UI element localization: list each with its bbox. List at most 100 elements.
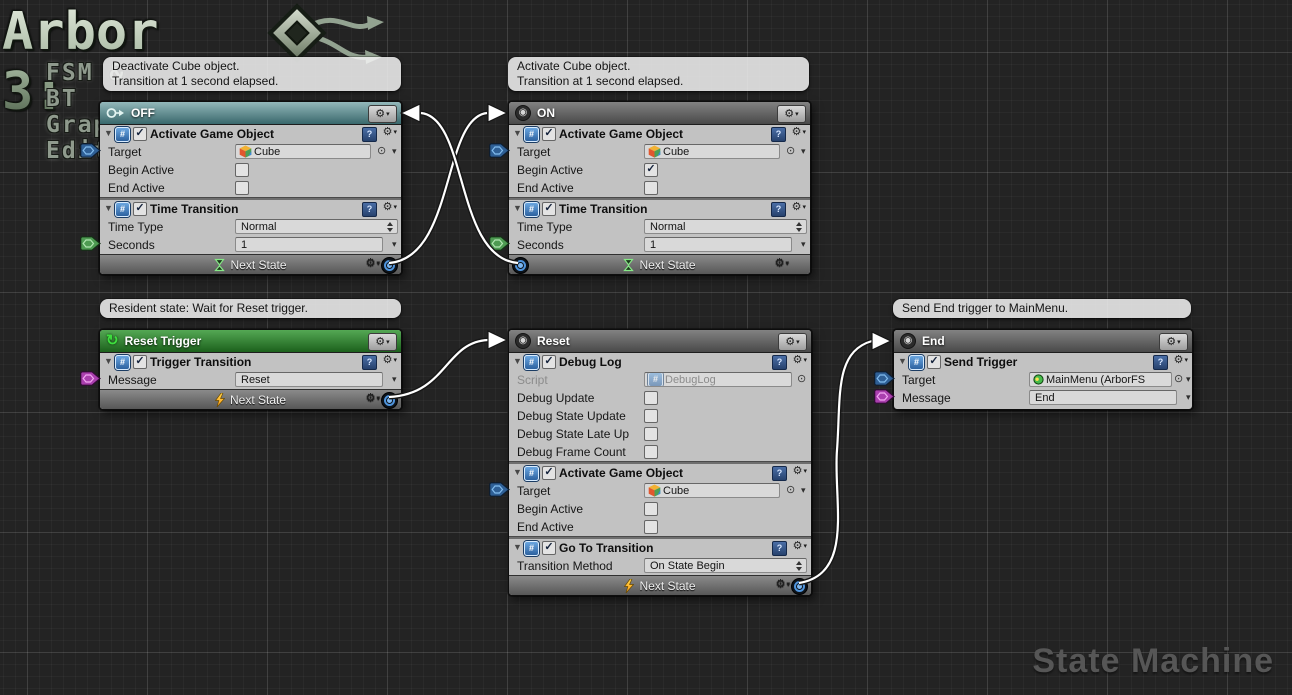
- text-field[interactable]: End: [1029, 390, 1177, 405]
- behavior-enabled-checkbox[interactable]: ✓: [542, 466, 556, 480]
- checkbox[interactable]: [644, 502, 658, 516]
- foldout-icon[interactable]: ▼: [104, 128, 113, 138]
- gear-icon[interactable]: ⚙▾: [776, 579, 790, 590]
- checkbox[interactable]: [644, 391, 658, 405]
- comment-box-reset-trigger[interactable]: Resident state: Wait for Reset trigger.: [100, 299, 401, 318]
- comment-box-end[interactable]: Send End trigger to MainMenu.: [893, 299, 1191, 318]
- checkbox[interactable]: [644, 445, 658, 459]
- state-gear-button[interactable]: ⚙▾: [778, 333, 807, 351]
- behavior-enabled-checkbox[interactable]: ✓: [542, 355, 556, 369]
- behavior-enabled-checkbox[interactable]: ✓: [542, 127, 556, 141]
- foldout-icon[interactable]: ▼: [513, 467, 522, 477]
- state-node-on[interactable]: ◉ ON ⚙▾ ▼ # ✓ Activate Game Object ? ⚙▾ …: [508, 101, 811, 275]
- gear-icon[interactable]: ⚙▾: [793, 541, 807, 552]
- transition-reset-to-end[interactable]: [799, 332, 891, 583]
- state-gear-button[interactable]: ⚙▾: [1159, 333, 1188, 351]
- next-state-bar[interactable]: Next State ⚙▾: [100, 389, 401, 409]
- dropdown-arrow-icon[interactable]: ▾: [392, 239, 397, 250]
- input-port-float[interactable]: [489, 236, 510, 251]
- checkbox[interactable]: [644, 181, 658, 195]
- state-header-end[interactable]: ◉ End ⚙▾: [894, 330, 1192, 353]
- behavior-enabled-checkbox[interactable]: ✓: [542, 541, 556, 555]
- dropdown-arrow-icon[interactable]: ▾: [801, 239, 806, 250]
- foldout-icon[interactable]: ▼: [513, 542, 522, 552]
- checkbox[interactable]: [644, 520, 658, 534]
- behavior-enabled-checkbox[interactable]: ✓: [927, 355, 941, 369]
- dropdown-arrow-icon[interactable]: ▾: [1186, 374, 1191, 385]
- object-picker-icon[interactable]: ⊙: [377, 145, 386, 158]
- dropdown-arrow-icon[interactable]: ▾: [392, 374, 397, 385]
- dropdown-arrow-icon[interactable]: ▾: [801, 485, 806, 496]
- foldout-icon[interactable]: ▼: [898, 356, 907, 366]
- help-icon[interactable]: ?: [772, 466, 787, 481]
- gear-icon[interactable]: ⚙▾: [383, 127, 397, 138]
- text-field[interactable]: 1: [235, 237, 383, 252]
- help-icon[interactable]: ?: [771, 127, 786, 142]
- state-node-off[interactable]: OFF ⚙▾ ▼ # ✓ Activate Game Object ? ⚙▾ T…: [99, 101, 402, 275]
- behavior-enabled-checkbox[interactable]: ✓: [542, 202, 556, 216]
- help-icon[interactable]: ?: [772, 355, 787, 370]
- state-header-on[interactable]: ◉ ON ⚙▾: [509, 102, 810, 125]
- foldout-icon[interactable]: ▼: [513, 203, 522, 213]
- gear-icon[interactable]: ⚙▾: [366, 393, 380, 404]
- behavior-enabled-checkbox[interactable]: ✓: [133, 127, 147, 141]
- help-icon[interactable]: ?: [362, 202, 377, 217]
- gear-icon[interactable]: ⚙▾: [383, 355, 397, 366]
- help-icon[interactable]: ?: [772, 541, 787, 556]
- state-gear-button[interactable]: ⚙▾: [777, 105, 806, 123]
- gear-icon[interactable]: ⚙▾: [1174, 355, 1188, 366]
- input-port-gameobject[interactable]: [489, 482, 510, 497]
- foldout-icon[interactable]: ▼: [513, 356, 522, 366]
- transition-out-port[interactable]: [791, 578, 808, 595]
- behavior-enabled-checkbox[interactable]: ✓: [133, 355, 147, 369]
- checkbox[interactable]: [644, 409, 658, 423]
- dropdown-arrow-icon[interactable]: ▾: [1186, 392, 1191, 403]
- input-port-gameobject[interactable]: [874, 371, 895, 386]
- checkbox[interactable]: [644, 427, 658, 441]
- object-picker-icon[interactable]: ⊙: [1174, 373, 1183, 386]
- foldout-icon[interactable]: ▼: [513, 128, 522, 138]
- help-icon[interactable]: ?: [771, 202, 786, 217]
- gear-icon[interactable]: ⚙▾: [383, 202, 397, 213]
- input-port-gameobject[interactable]: [80, 143, 101, 158]
- checkbox[interactable]: ✓: [644, 163, 658, 177]
- dropdown-arrow-icon[interactable]: ▾: [801, 146, 806, 157]
- state-node-end[interactable]: ◉ End ⚙▾ ▼ # ✓ Send Trigger ? ⚙▾ Target …: [893, 329, 1193, 410]
- dropdown-select[interactable]: On State Begin: [644, 558, 807, 573]
- gear-icon[interactable]: ⚙▾: [366, 258, 380, 269]
- transition-out-port[interactable]: [512, 257, 529, 274]
- object-field[interactable]: Cube: [644, 483, 780, 498]
- object-picker-icon[interactable]: ⊙: [786, 145, 795, 158]
- state-node-reset[interactable]: ◉ Reset ⚙▾ ▼ # ✓ Debug Log ? ⚙▾ Script #…: [508, 329, 812, 596]
- next-state-bar[interactable]: Next State ⚙▾: [509, 575, 811, 595]
- foldout-icon[interactable]: ▼: [104, 356, 113, 366]
- help-icon[interactable]: ?: [1153, 355, 1168, 370]
- gear-icon[interactable]: ⚙▾: [793, 466, 807, 477]
- gear-icon[interactable]: ⚙▾: [792, 127, 806, 138]
- next-state-bar[interactable]: Next State ⚙▾: [509, 254, 810, 274]
- gear-icon[interactable]: ⚙▾: [792, 202, 806, 213]
- gear-icon[interactable]: ⚙▾: [793, 355, 807, 366]
- graph-canvas[interactable]: Arbor 3: FSM & BT Graph Editor State Mac…: [0, 0, 1292, 695]
- behavior-enabled-checkbox[interactable]: ✓: [133, 202, 147, 216]
- text-field[interactable]: Reset: [235, 372, 383, 387]
- dropdown-select[interactable]: Normal: [644, 219, 807, 234]
- state-header-reset-trigger[interactable]: ↻ Reset Trigger ⚙▾: [100, 330, 401, 353]
- comment-box-off[interactable]: Deactivate Cube object. Transition at 1 …: [103, 57, 401, 91]
- transition-out-port[interactable]: [381, 392, 398, 409]
- next-state-bar[interactable]: Next State ⚙▾: [100, 254, 401, 274]
- object-field[interactable]: Cube: [235, 144, 371, 159]
- dropdown-select[interactable]: Normal: [235, 219, 398, 234]
- checkbox[interactable]: [235, 163, 249, 177]
- input-port-gameobject[interactable]: [489, 143, 510, 158]
- checkbox[interactable]: [235, 181, 249, 195]
- state-gear-button[interactable]: ⚙▾: [368, 105, 397, 123]
- input-port-float[interactable]: [80, 236, 101, 251]
- input-port-string[interactable]: [80, 371, 101, 386]
- state-gear-button[interactable]: ⚙▾: [368, 333, 397, 351]
- transition-reset-trigger-to-reset[interactable]: [389, 331, 507, 397]
- help-icon[interactable]: ?: [362, 127, 377, 142]
- comment-box-on[interactable]: Activate Cube object. Transition at 1 se…: [508, 57, 809, 91]
- state-header-reset[interactable]: ◉ Reset ⚙▾: [509, 330, 811, 353]
- foldout-icon[interactable]: ▼: [104, 203, 113, 213]
